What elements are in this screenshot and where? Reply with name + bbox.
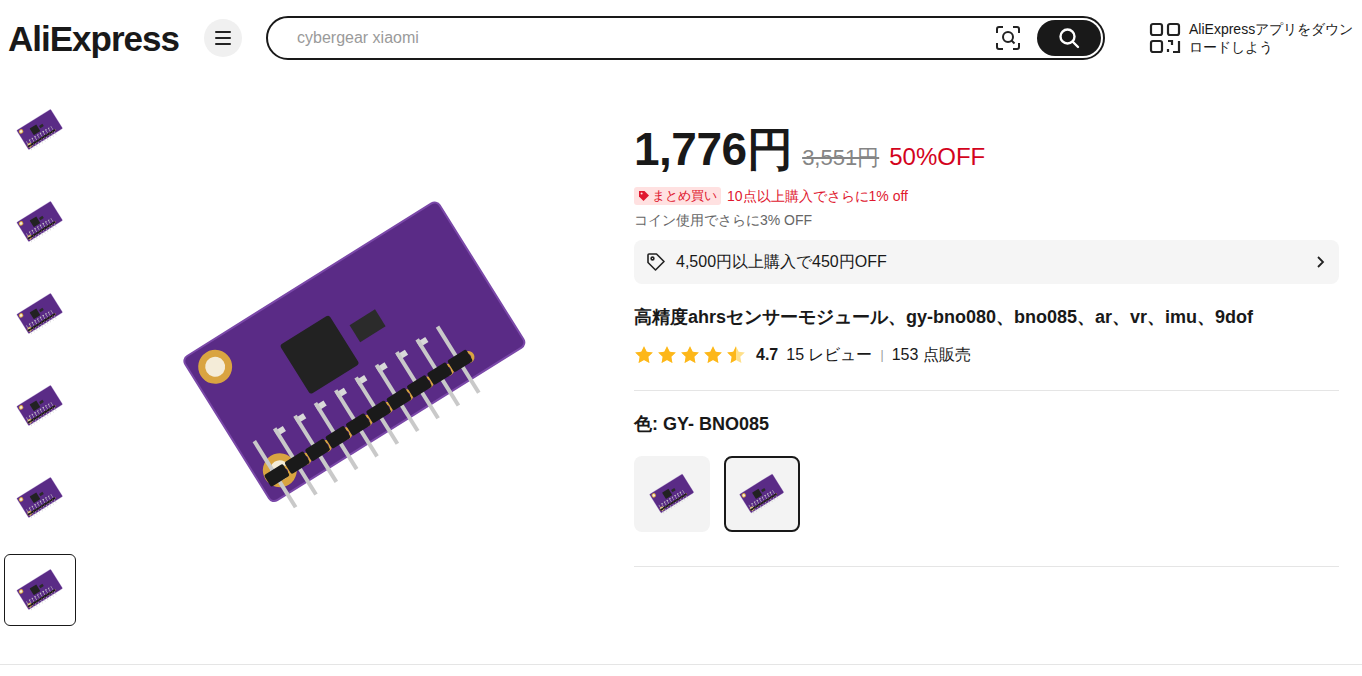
star-rating xyxy=(634,345,746,365)
app-promo-text[interactable]: AliExpressアプリをダウン xyxy=(1189,20,1353,38)
thumbnail[interactable] xyxy=(4,278,76,350)
star-icon xyxy=(634,345,654,365)
coupon-icon xyxy=(646,252,666,272)
bulk-badge: まとめ買い xyxy=(634,187,721,205)
star-icon xyxy=(657,345,677,365)
qr-code-icon xyxy=(1149,22,1181,54)
coin-discount: コイン使用でさらに3% OFF xyxy=(634,212,812,228)
menu-icon[interactable] xyxy=(204,19,242,57)
thumbnail[interactable] xyxy=(4,462,76,534)
thumbnail[interactable] xyxy=(4,370,76,442)
tag-icon xyxy=(638,190,650,202)
search-icon xyxy=(1058,27,1080,49)
rating-score: 4.7 xyxy=(756,343,778,367)
star-icon xyxy=(726,345,746,365)
search-button[interactable] xyxy=(1037,20,1101,56)
product-title: 高精度ahrsセンサーモジュール、gy-bno080、bno085、ar、vr、… xyxy=(634,307,1253,327)
chevron-right-icon xyxy=(1313,255,1327,269)
variant-label: 色: GY- BNO085 xyxy=(634,414,769,434)
rating-row: 4.7 15 レビュー | 153 点販売 xyxy=(634,342,1339,368)
thumbnail-list xyxy=(0,76,80,664)
app-promo-text[interactable]: ロードしよう xyxy=(1189,38,1353,56)
product-section: 1,776円 3,551円 50%OFF まとめ買い 10点以上購入でさらに1%… xyxy=(0,76,1362,665)
discount: 50%OFF xyxy=(889,145,985,169)
header: AliExpress AliExpressアプリをダウンロードしよう xyxy=(0,0,1362,76)
thumbnail[interactable] xyxy=(4,94,76,166)
variant-option[interactable] xyxy=(634,456,710,532)
star-icon xyxy=(703,345,723,365)
separator: | xyxy=(881,346,884,364)
variant-list xyxy=(634,456,1339,532)
original-price: 3,551円 xyxy=(802,147,879,169)
search-input[interactable] xyxy=(297,26,993,50)
variant-option[interactable] xyxy=(724,456,800,532)
search-bar xyxy=(266,16,1105,60)
product-info: 1,776円 3,551円 50%OFF まとめ買い 10点以上購入でさらに1%… xyxy=(634,76,1339,664)
sold-count: 153 点販売 xyxy=(892,343,971,367)
bulk-discount: 10点以上購入でさらに1% off xyxy=(727,186,908,207)
review-count[interactable]: 15 レビュー xyxy=(786,343,872,367)
thumbnail[interactable] xyxy=(4,186,76,258)
coupon-bar[interactable]: 4,500円以上購入で450円OFF xyxy=(634,240,1339,284)
star-icon xyxy=(680,345,700,365)
logo[interactable]: AliExpress xyxy=(8,16,198,60)
main-image[interactable] xyxy=(80,76,634,664)
thumbnail[interactable] xyxy=(4,554,76,626)
image-search-icon[interactable] xyxy=(993,23,1023,53)
app-download[interactable]: AliExpressアプリをダウンロードしよう xyxy=(1149,20,1353,56)
price: 1,776円 xyxy=(634,126,792,172)
